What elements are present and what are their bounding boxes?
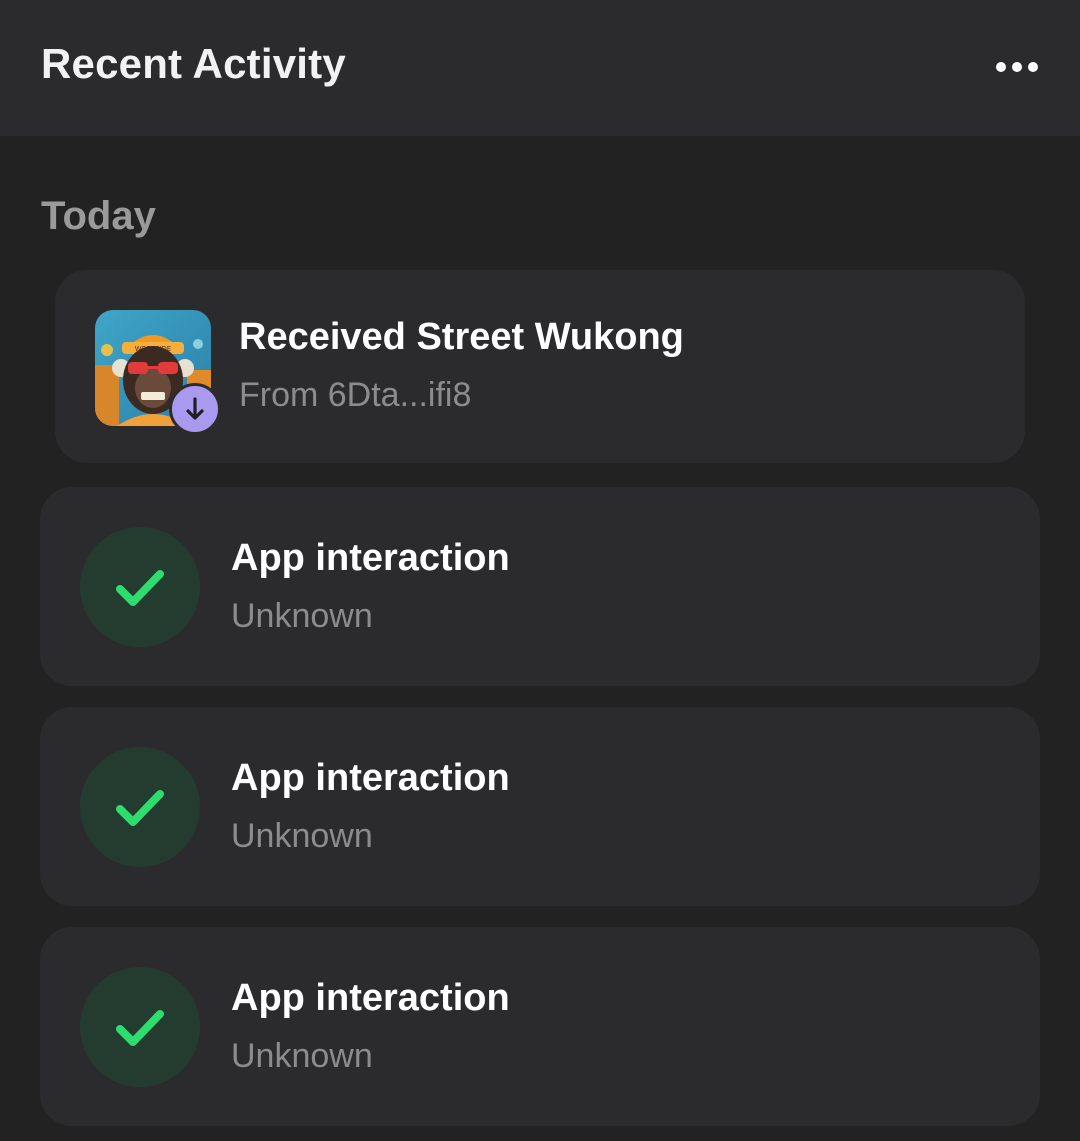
- activity-item-app-interaction[interactable]: App interaction Unknown: [40, 707, 1040, 906]
- success-status: [80, 747, 200, 867]
- activity-title: App interaction: [231, 977, 510, 1019]
- checkmark-icon: [116, 1010, 164, 1046]
- activity-title: Received Street Wukong: [239, 316, 684, 358]
- activity-item-received[interactable]: WESTSIDE Received Street Wukong From 6Dt…: [55, 270, 1025, 463]
- activity-title: App interaction: [231, 537, 510, 579]
- more-options-button[interactable]: [986, 50, 1042, 84]
- activity-title: App interaction: [231, 757, 510, 799]
- activity-subtitle: Unknown: [231, 597, 373, 635]
- activity-subtitle: From 6Dta...ifi8: [239, 376, 472, 414]
- checkmark-icon: [116, 570, 164, 606]
- section-title-today: Today: [41, 194, 156, 238]
- arrow-down-icon: [186, 397, 204, 420]
- success-status: [80, 967, 200, 1087]
- checkmark-icon: [116, 790, 164, 826]
- activity-subtitle: Unknown: [231, 1037, 373, 1075]
- activity-item-app-interaction[interactable]: App interaction Unknown: [40, 487, 1040, 686]
- header-bar: Recent Activity: [0, 0, 1080, 136]
- success-status: [80, 527, 200, 647]
- page-title: Recent Activity: [41, 40, 346, 87]
- activity-item-app-interaction[interactable]: App interaction Unknown: [40, 927, 1040, 1126]
- activity-subtitle: Unknown: [231, 817, 373, 855]
- received-badge: [169, 383, 221, 435]
